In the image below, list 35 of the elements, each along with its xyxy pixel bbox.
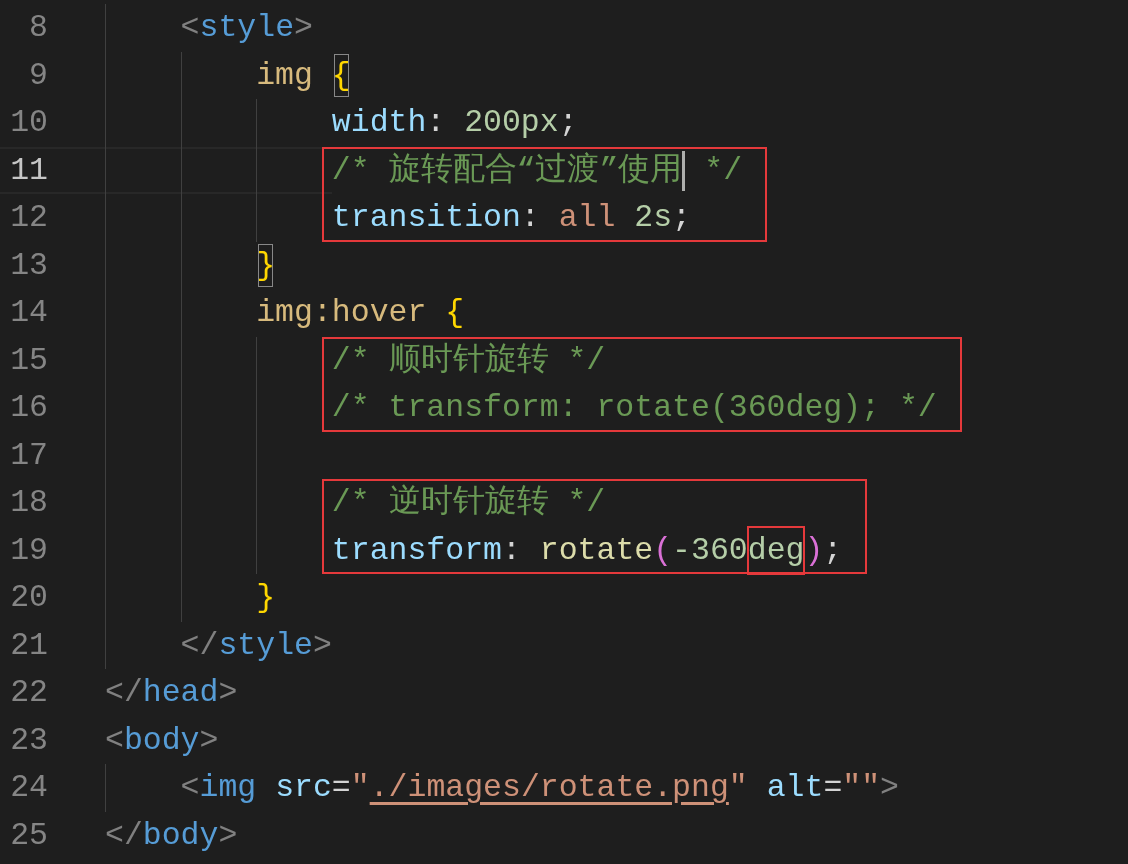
code-line: /* 旋转配合“过渡”使用 */ [331, 146, 743, 194]
line-number: 10 [9, 104, 49, 142]
line-number: 23 [9, 721, 49, 760]
line-number: 24 [9, 769, 49, 807]
line-number: 8 [28, 9, 49, 47]
code-line: <body> [105, 721, 219, 760]
line-number: 18 [9, 484, 49, 522]
code-line: /* transform: rotate(360deg); */ [331, 389, 937, 427]
code-line: transform: rotate(-360deg); [331, 526, 843, 574]
code-line: transition: all 2s; [331, 199, 692, 237]
line-number: 21 [9, 626, 49, 665]
line-number: 11 [9, 151, 49, 190]
code-line: /* 逆时针旋转 */ [331, 483, 607, 522]
code-line: img { [256, 51, 351, 99]
code-line: width: 200px; [331, 104, 578, 142]
line-number: 16 [9, 389, 49, 427]
line-number: 15 [9, 341, 49, 380]
code-line: } [256, 579, 276, 617]
line-number: 25 [9, 816, 49, 855]
line-number: 9 [28, 56, 49, 95]
code-line: <style> [180, 9, 313, 47]
code-line: <img src="./images/rotate.png" alt=""> [180, 769, 899, 807]
code-line: } [256, 241, 276, 289]
line-number: 14 [9, 294, 49, 332]
line-number: 17 [9, 436, 49, 475]
line-number: 19 [9, 531, 49, 570]
code-line: </style> [180, 626, 332, 665]
code-line: /* 顺时针旋转 */ [331, 341, 607, 380]
line-number: 13 [9, 246, 49, 285]
line-number: 20 [9, 579, 49, 617]
line-number: 12 [9, 199, 49, 237]
code-line: </body> [105, 816, 238, 855]
line-number: 22 [9, 674, 49, 712]
code-line: img:hover { [256, 294, 465, 332]
code-line: </head> [105, 674, 238, 712]
